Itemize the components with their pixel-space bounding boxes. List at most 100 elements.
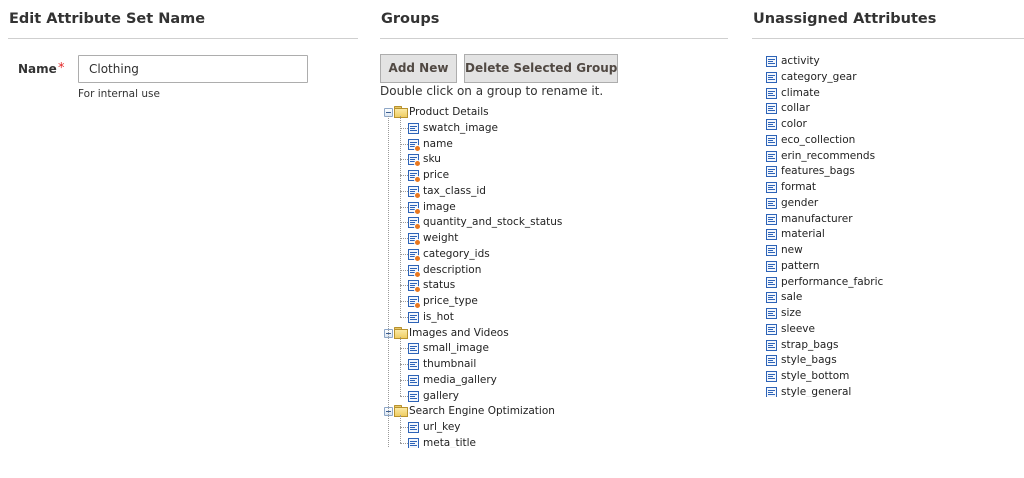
tree-attribute-node[interactable]: url_key: [380, 419, 720, 435]
tree-attribute-node[interactable]: price_type: [380, 293, 720, 309]
tree-group-label: Images and Videos: [409, 326, 509, 339]
unassigned-attribute-item[interactable]: format: [766, 179, 1016, 195]
tree-attribute-label: gallery: [423, 389, 459, 402]
delete-selected-group-button[interactable]: Delete Selected Group: [464, 54, 618, 83]
tree-attribute-label: name: [423, 137, 453, 150]
attribute-icon: [408, 437, 419, 448]
attribute-icon: [766, 134, 777, 146]
attribute-icon: [766, 87, 777, 99]
attribute-icon: [766, 276, 777, 288]
unassigned-attribute-item[interactable]: pattern: [766, 258, 1016, 274]
attribute-icon: [766, 213, 777, 225]
tree-attribute-node[interactable]: price: [380, 167, 720, 183]
name-input[interactable]: [78, 55, 308, 83]
groups-tree: Product Details swatch_image name sku price t…: [380, 104, 728, 448]
unassigned-attribute-label: format: [781, 181, 817, 193]
system-attribute-icon: [408, 264, 421, 278]
attribute-icon: [766, 119, 777, 130]
unassigned-attribute-item[interactable]: sale: [766, 289, 1016, 305]
unassigned-attribute-item[interactable]: color: [766, 116, 1016, 132]
system-attribute-icon: [408, 248, 421, 262]
unassigned-attribute-item[interactable]: features_bags: [766, 163, 1016, 179]
attribute-icon: [408, 359, 419, 370]
attribute-icon: [408, 374, 419, 386]
unassigned-attribute-item[interactable]: collar: [766, 100, 1016, 116]
tree-attribute-label: status: [423, 279, 456, 292]
unassigned-attribute-label: strap_bags: [781, 338, 839, 351]
tree-group-node[interactable]: Search Engine Optimization: [380, 403, 720, 419]
attribute-icon: [766, 103, 777, 115]
unassigned-attribute-label: activity: [781, 55, 820, 67]
attribute-icon: [408, 390, 419, 402]
unassigned-attribute-item[interactable]: manufacturer: [766, 211, 1016, 227]
tree-attribute-label: swatch_image: [423, 121, 498, 134]
tree-attribute-label: media_gallery: [423, 373, 497, 386]
unassigned-attribute-label: features_bags: [781, 165, 855, 178]
tree-attribute-node[interactable]: swatch_image: [380, 120, 720, 136]
tree-attribute-node[interactable]: meta_title: [380, 435, 720, 448]
system-attribute-icon: [408, 138, 421, 152]
tree-attribute-node[interactable]: quantity_and_stock_status: [380, 214, 720, 231]
unassigned-attribute-item[interactable]: style_bottom: [766, 368, 1016, 384]
tree-attribute-node[interactable]: category_ids: [380, 246, 720, 262]
unassigned-attribute-item[interactable]: climate: [766, 85, 1016, 101]
tree-group-label: Product Details: [409, 106, 489, 118]
unassigned-attribute-item[interactable]: size: [766, 305, 1016, 321]
unassigned-attribute-label: category_gear: [781, 70, 857, 83]
system-attribute-icon: [408, 185, 421, 199]
unassigned-attribute-item[interactable]: gender: [766, 195, 1016, 211]
unassigned-section: Unassigned Attributes activity category_g…: [752, 0, 1024, 397]
name-field-note: For internal use: [78, 88, 160, 100]
unassigned-attribute-item[interactable]: erin_recommends: [766, 148, 1016, 164]
tree-attribute-label: tax_class_id: [423, 184, 486, 197]
tree-attribute-label: sku: [423, 153, 441, 166]
attribute-icon: [766, 229, 777, 241]
unassigned-attribute-item[interactable]: style_general: [766, 384, 1016, 397]
tree-attribute-node[interactable]: tax_class_id: [380, 183, 720, 199]
section-title-name: Edit Attribute Set Name: [8, 0, 358, 39]
unassigned-attribute-item[interactable]: eco_collection: [766, 132, 1016, 148]
section-title-groups: Groups: [380, 0, 728, 39]
system-attribute-icon: [408, 170, 421, 183]
tree-group-node[interactable]: Images and Videos: [380, 325, 720, 341]
tree-attribute-node[interactable]: status: [380, 277, 720, 294]
tree-attribute-node[interactable]: sku: [380, 151, 720, 168]
unassigned-attribute-item[interactable]: strap_bags: [766, 337, 1016, 353]
unassigned-attribute-item[interactable]: performance_fabric: [766, 274, 1016, 290]
required-indicator: *: [58, 61, 65, 76]
unassigned-attribute-item[interactable]: style_bags: [766, 352, 1016, 368]
unassigned-attribute-label: manufacturer: [781, 212, 853, 225]
rename-hint: Double click on a group to rename it.: [380, 84, 604, 98]
tree-attribute-label: price_type: [423, 295, 478, 307]
folder-icon: [394, 106, 408, 118]
add-new-group-button[interactable]: Add New: [380, 54, 457, 83]
tree-attribute-node[interactable]: gallery: [380, 388, 720, 404]
unassigned-attribute-item[interactable]: material: [766, 226, 1016, 242]
attribute-icon: [408, 343, 419, 355]
tree-attribute-node[interactable]: description: [380, 262, 720, 278]
folder-icon: [394, 405, 408, 418]
unassigned-attribute-label: collar: [781, 102, 810, 115]
tree-attribute-node[interactable]: thumbnail: [380, 356, 720, 372]
unassigned-attribute-item[interactable]: new: [766, 242, 1016, 258]
attribute-icon: [766, 323, 777, 335]
unassigned-attribute-label: erin_recommends: [781, 149, 876, 162]
attribute-icon: [766, 56, 777, 67]
attribute-icon: [766, 386, 777, 397]
unassigned-attribute-item[interactable]: activity: [766, 54, 1016, 69]
tree-attribute-node[interactable]: media_gallery: [380, 372, 720, 388]
unassigned-attribute-item[interactable]: category_gear: [766, 69, 1016, 85]
tree-attribute-node[interactable]: image: [380, 199, 720, 215]
tree-attribute-node[interactable]: weight: [380, 230, 720, 246]
tree-attribute-label: url_key: [423, 421, 461, 433]
name-label: Name: [18, 62, 57, 76]
tree-attribute-node[interactable]: name: [380, 136, 720, 152]
section-title-unassigned: Unassigned Attributes: [752, 0, 1024, 39]
tree-attribute-node[interactable]: small_image: [380, 340, 720, 356]
unassigned-attribute-label: color: [781, 118, 807, 130]
tree-attribute-node[interactable]: is_hot: [380, 309, 720, 325]
tree-attribute-label: image: [423, 200, 456, 213]
tree-group-node[interactable]: Product Details: [380, 104, 720, 120]
system-attribute-icon: [408, 280, 421, 294]
unassigned-attribute-item[interactable]: sleeve: [766, 321, 1016, 337]
